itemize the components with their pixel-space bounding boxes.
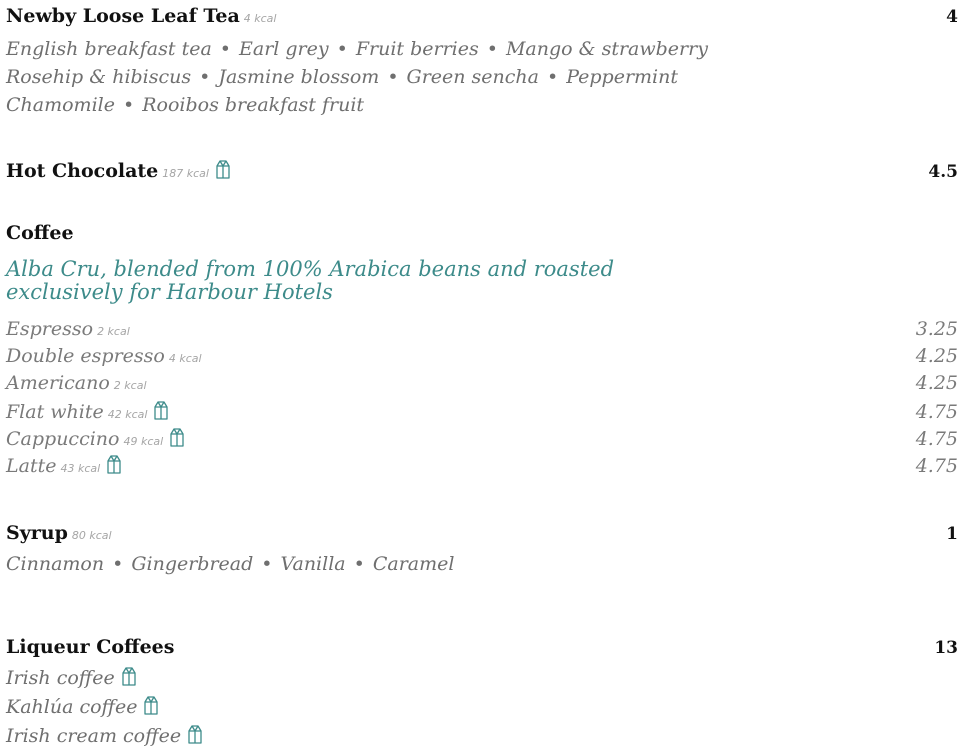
hot-chocolate-title: Hot Chocolate (6, 160, 159, 182)
hot-chocolate-price: 4.5 (928, 162, 958, 182)
milk-carton-icon (185, 723, 205, 745)
list-item: Cappuccino 49 kcal 4.75 (6, 426, 958, 450)
tea-price: 4 (946, 7, 958, 27)
tea-header: Newby Loose Leaf Tea 4 kcal 4 (6, 5, 958, 27)
milk-carton-icon (104, 453, 124, 475)
tea-title: Newby Loose Leaf Tea (6, 5, 240, 27)
liqueur-list: Irish coffee Kahlúa coffee Irish cream c… (6, 664, 205, 751)
milk-carton-icon (141, 694, 161, 716)
liqueur-header: Liqueur Coffees 13 (6, 636, 958, 658)
hot-chocolate-kcal: 187 kcal (162, 167, 209, 180)
milk-carton-icon (167, 426, 187, 448)
tea-line-1: English breakfast tea • Earl grey • Fruit be… (6, 38, 708, 60)
syrup-title: Syrup (6, 522, 68, 544)
tea-kcal: 4 kcal (243, 12, 277, 25)
milk-carton-icon (151, 399, 171, 421)
tea-line-2: Rosehip & hibiscus • Jasmine blossom • Green… (6, 66, 679, 88)
syrup-price: 1 (946, 524, 958, 544)
syrup-kcal: 80 kcal (71, 529, 112, 542)
coffee-subtitle: Alba Cru, blended from 100% Arabica bean… (6, 257, 615, 304)
milk-carton-icon (213, 158, 233, 180)
tea-varieties: English breakfast tea • Earl grey • Fruit be… (6, 35, 708, 119)
syrup-header: Syrup 80 kcal 1 (6, 522, 958, 544)
list-item: Flat white 42 kcal 4.75 (6, 399, 958, 423)
liqueur-price: 13 (934, 638, 958, 658)
list-item: Irish coffee (6, 664, 205, 693)
list-item: Latte 43 kcal 4.75 (6, 453, 958, 477)
list-item: Kahlúa coffee (6, 693, 205, 722)
list-item: Espresso 2 kcal 3.25 (6, 318, 958, 340)
coffee-title-wrap: Coffee (6, 222, 74, 244)
hot-chocolate-row: Hot Chocolate 187 kcal 4.5 (6, 158, 958, 182)
list-item: Double espresso 4 kcal 4.25 (6, 345, 958, 367)
list-item: Americano 2 kcal 4.25 (6, 372, 958, 394)
liqueur-title: Liqueur Coffees (6, 636, 175, 658)
list-item: Irish cream coffee (6, 722, 205, 751)
coffee-list: Espresso 2 kcal 3.25 Double espresso 4 kca… (6, 318, 958, 480)
syrup-flavours: Cinnamon • Gingerbread • Vanilla • Caramel (6, 553, 455, 575)
tea-line-3: Chamomile • Rooibos breakfast fruit (6, 94, 365, 116)
milk-carton-icon (119, 665, 139, 687)
coffee-title: Coffee (6, 222, 74, 244)
